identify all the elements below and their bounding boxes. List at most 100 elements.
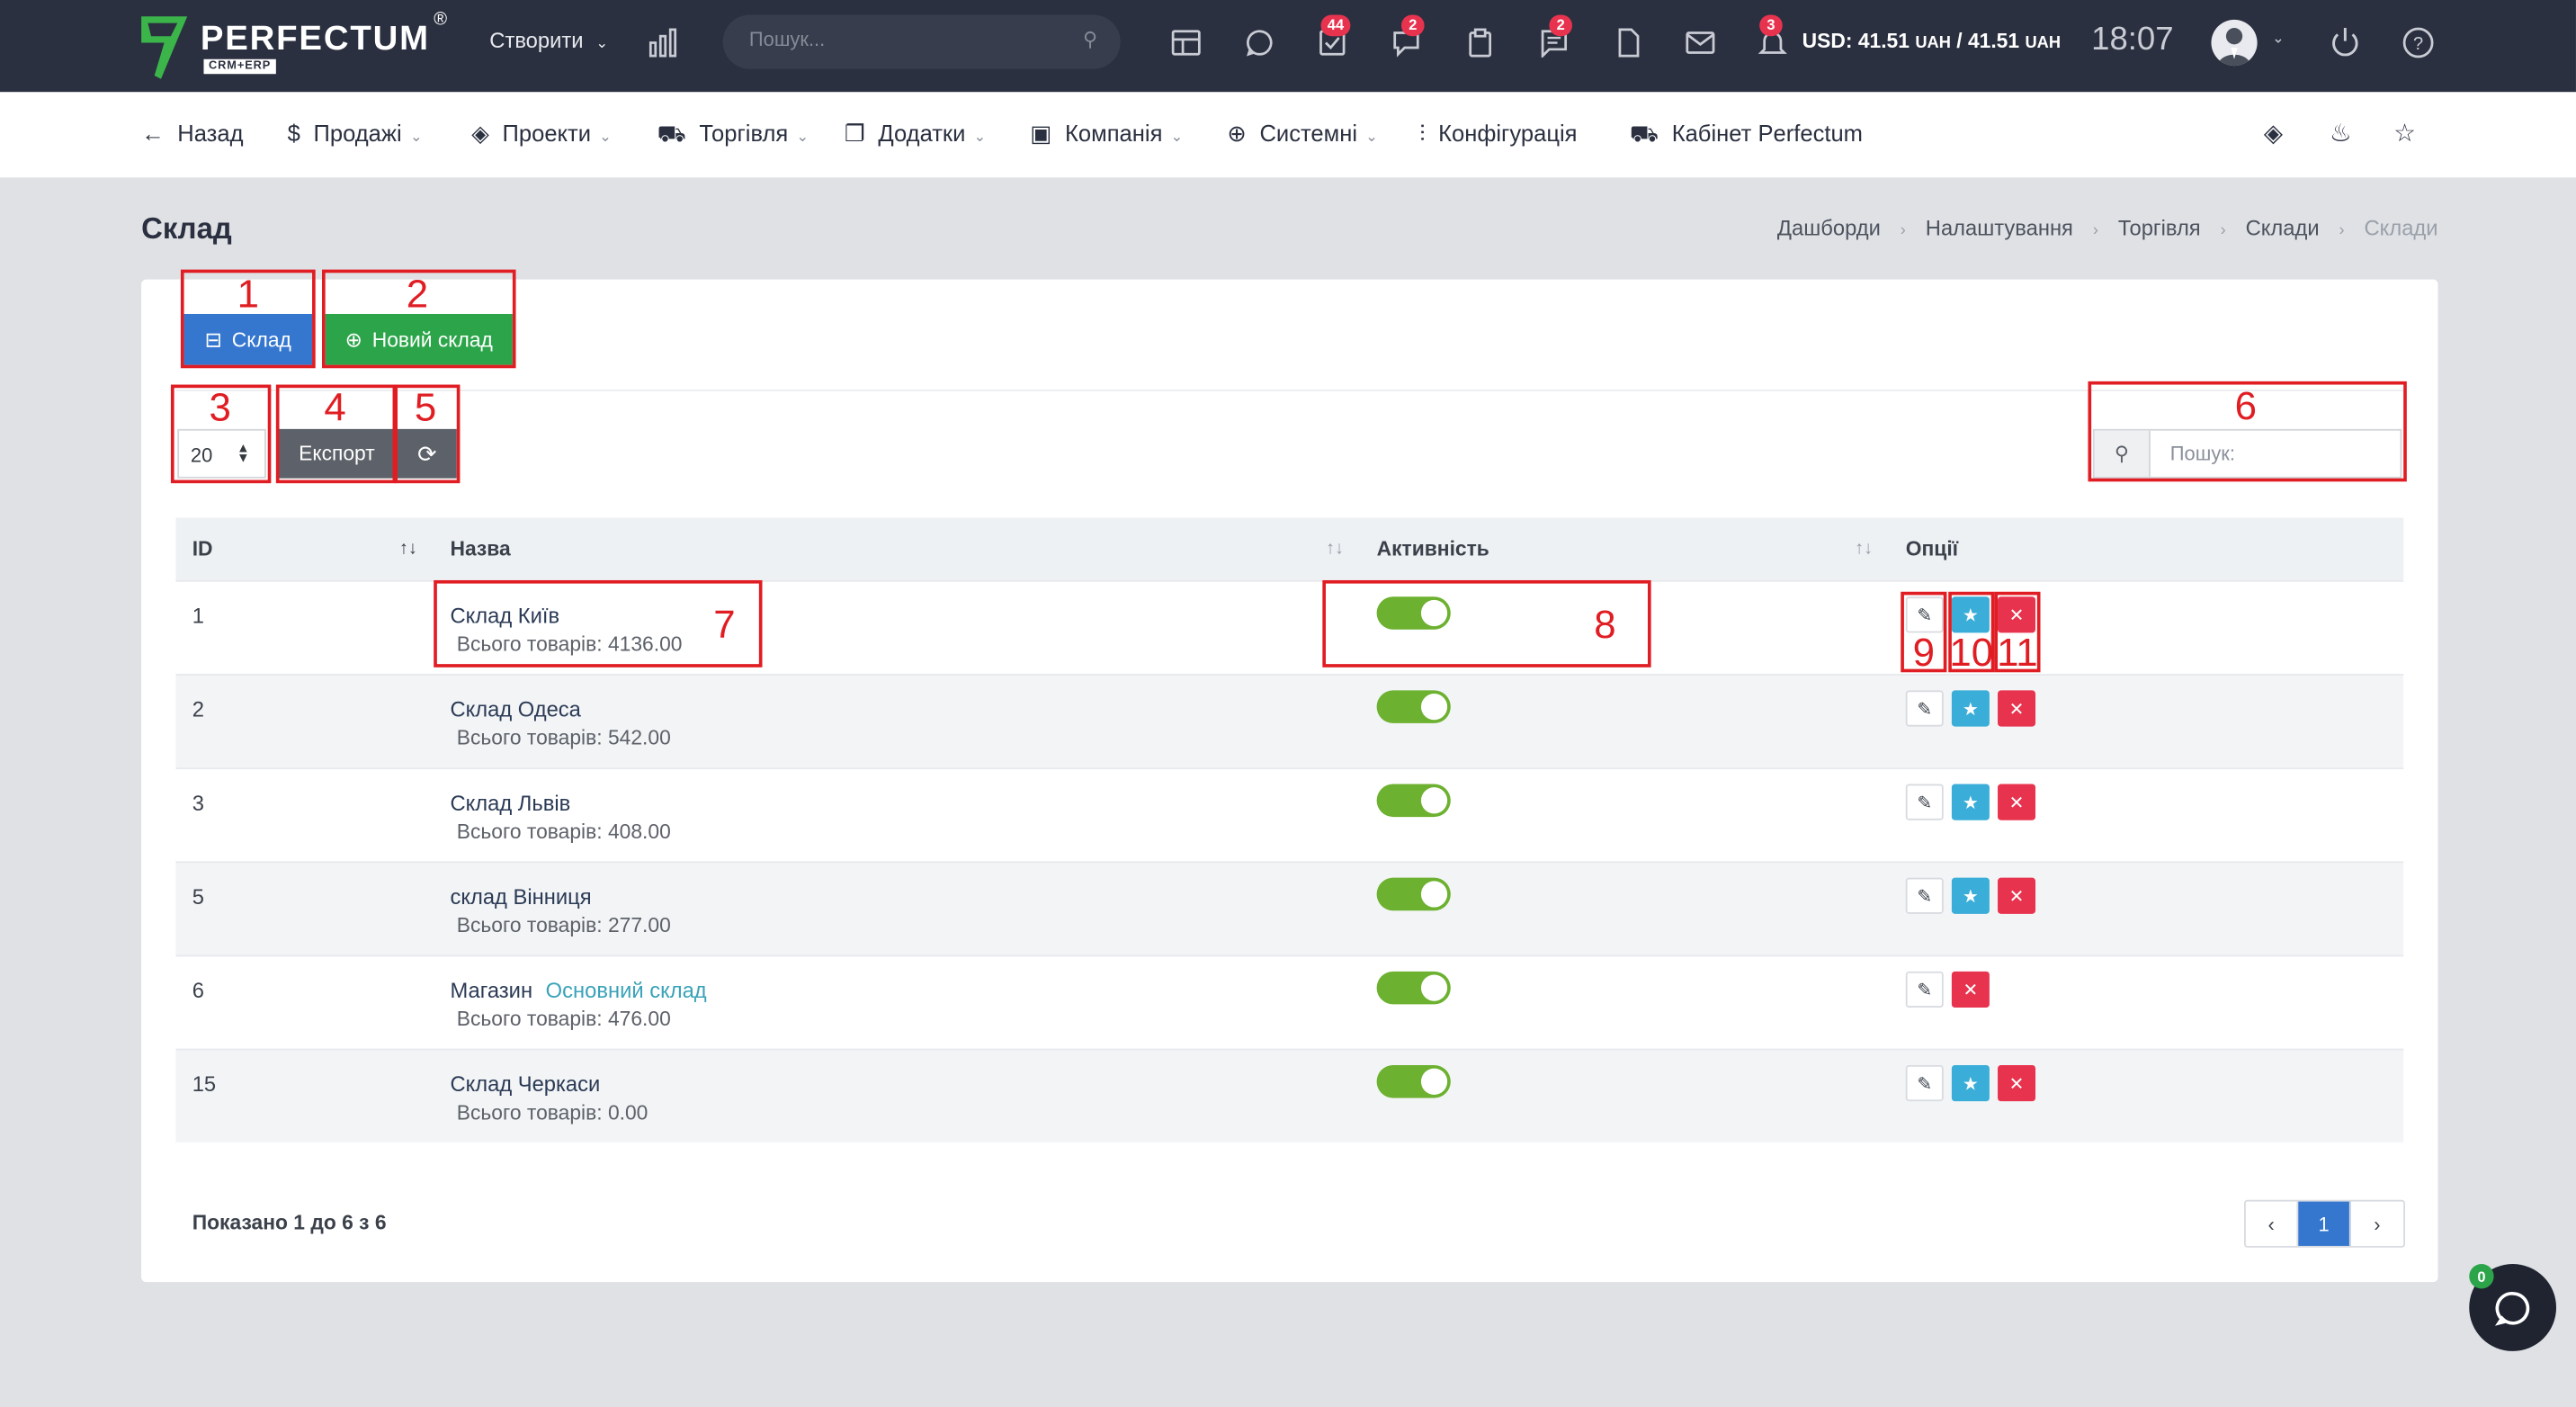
help-icon[interactable]: ? <box>2402 26 2435 59</box>
cart-icon: ⛟ <box>657 120 686 147</box>
clipboard-icon[interactable] <box>1465 28 1495 58</box>
breadcrumb-current: Склади <box>2364 215 2438 240</box>
annotation-number-3: 3 <box>209 386 231 431</box>
annotation-number-5: 5 <box>414 386 437 431</box>
mail-icon[interactable] <box>1686 28 1715 58</box>
annotation-number-9: 9 <box>1912 631 1936 676</box>
breadcrumb-trade[interactable]: Торгівля <box>2118 215 2201 239</box>
row-name-link[interactable]: Склад Одеса <box>450 697 580 721</box>
table-row: 2 Склад Одеса Всього товарів: 542.00 ✎ ★ ✕ <box>175 674 2404 768</box>
breadcrumb-settings[interactable]: Налаштування <box>1926 215 2073 239</box>
edit-button[interactable]: ✎ <box>1905 784 1944 820</box>
star-icon: ★ <box>1962 1074 1979 1094</box>
user-menu-chevron-icon[interactable]: ⌄ <box>2272 30 2285 48</box>
column-id[interactable]: ID <box>192 537 213 560</box>
sort-icon[interactable]: ↑↓ <box>1855 539 1873 559</box>
row-total: Всього товарів: 277.00 <box>457 914 671 937</box>
comments-badge: 2 <box>1549 14 1572 37</box>
nav-projects[interactable]: ◈ Проекти ⌄ <box>471 120 612 148</box>
toolbar-divider <box>175 390 2404 391</box>
perfectum-logo[interactable]: PERFECTUM ® CRM+ERP <box>141 10 453 82</box>
breadcrumb-dashboards[interactable]: Дашборди <box>1777 215 1881 239</box>
activity-toggle[interactable] <box>1376 971 1451 1005</box>
star-icon[interactable]: ☆ <box>2393 119 2416 148</box>
row-total-prefix: Всього товарів: <box>456 820 603 844</box>
edit-button[interactable]: ✎ <box>1905 971 1944 1008</box>
nav-back[interactable]: ← Назад <box>141 120 243 146</box>
pagination-page[interactable]: 1 <box>2298 1201 2351 1246</box>
activity-toggle[interactable] <box>1376 877 1451 911</box>
row-name-link[interactable]: Магазин Основний склад <box>450 978 706 1002</box>
svg-text:?: ? <box>2413 34 2423 54</box>
breadcrumb-warehouses[interactable]: Склади <box>2246 215 2320 239</box>
power-icon[interactable] <box>2330 26 2361 58</box>
clock: 18:07 <box>2091 21 2174 58</box>
set-main-button[interactable]: ★ <box>1951 784 1990 820</box>
activity-toggle[interactable] <box>1376 784 1451 818</box>
currency-rate-prefix: USD: 41.51 <box>1802 29 1910 53</box>
notifications-badge: 3 <box>1759 14 1783 37</box>
delete-button[interactable]: ✕ <box>1998 784 2036 820</box>
sort-icon[interactable]: ↑↓ <box>399 539 417 559</box>
nav-cabinet-label: Кабінет Perfectum <box>1671 120 1863 147</box>
global-search-input[interactable] <box>748 28 1061 51</box>
edit-button[interactable]: ✎ <box>1905 1064 1944 1102</box>
row-id: 2 <box>192 696 204 722</box>
pencil-icon: ✎ <box>1917 699 1933 720</box>
layers-stack-icon[interactable]: ◈ <box>2264 119 2283 148</box>
nav-trade[interactable]: ⛟ Торгівля ⌄ <box>657 120 809 151</box>
set-main-button[interactable]: ★ <box>1951 690 1990 727</box>
row-name-link[interactable]: Склад Львів <box>450 791 570 815</box>
row-total-prefix: Всього товарів: <box>456 1008 603 1031</box>
pagination-prev[interactable]: ‹ <box>2246 1201 2299 1246</box>
delete-button[interactable]: ✕ <box>1998 1064 2036 1102</box>
column-activity[interactable]: Активність <box>1377 537 1489 560</box>
nav-company[interactable]: ▣ Компанія ⌄ <box>1030 120 1183 148</box>
annotation-number-1: 1 <box>237 273 259 318</box>
chevron-left-icon: ‹ <box>2267 1212 2275 1236</box>
global-search[interactable]: ⚲ <box>722 14 1121 69</box>
edit-button[interactable]: ✎ <box>1905 877 1944 914</box>
logo-text: PERFECTUM <box>200 19 430 58</box>
create-menu[interactable]: Створити ⌄ <box>489 28 608 52</box>
calendar-table-icon[interactable] <box>1171 28 1201 58</box>
set-main-button[interactable]: ★ <box>1951 877 1990 914</box>
activity-toggle[interactable] <box>1376 690 1451 723</box>
delete-button[interactable]: ✕ <box>1951 971 1990 1008</box>
row-total: Всього товарів: 408.00 <box>457 820 671 844</box>
edit-button[interactable]: ✎ <box>1905 690 1944 727</box>
nav-sales[interactable]: $ Продажі ⌄ <box>288 120 423 146</box>
avatar[interactable] <box>2211 19 2258 67</box>
registered-mark: ® <box>434 9 448 30</box>
nav-company-label: Компанія <box>1065 120 1163 147</box>
column-name[interactable]: Назва <box>450 537 510 560</box>
nav-addons[interactable]: ❐ Додатки ⌄ <box>845 120 987 148</box>
row-total-prefix: Всього товарів: <box>456 913 603 937</box>
close-icon: ✕ <box>1963 980 1979 1000</box>
table-row: 6 Магазин Основний склад Всього товарів: 47… <box>175 954 2404 1049</box>
nav-cabinet[interactable]: ⛟ Кабінет Perfectum <box>1630 120 1863 151</box>
search-icon: ⚲ <box>1083 28 1098 51</box>
table-row: 15 Склад Черкаси Всього товарів: 0.00 ✎ ★ ✕ <box>175 1048 2404 1143</box>
row-name-link[interactable]: Склад Черкаси <box>450 1071 600 1096</box>
row-total-value: 0.00 <box>607 1101 648 1125</box>
main-warehouse-tag: Основний склад <box>545 978 707 1003</box>
sort-icon[interactable]: ↑↓ <box>1326 539 1344 559</box>
row-total-value: 476.00 <box>607 1008 671 1031</box>
nav-system[interactable]: ⊕ Системні ⌄ <box>1227 120 1378 148</box>
delete-button[interactable]: ✕ <box>1998 690 2036 727</box>
document-icon[interactable] <box>1614 28 1643 58</box>
delete-button[interactable]: ✕ <box>1998 877 2036 914</box>
analytics-icon[interactable] <box>648 28 678 58</box>
set-main-button[interactable]: ★ <box>1951 1064 1990 1102</box>
pagination-next[interactable]: › <box>2351 1202 2403 1246</box>
nav-configuration[interactable]: ⫶ Конфігурація <box>1419 120 1577 148</box>
chat-bubble-icon[interactable] <box>1245 28 1275 58</box>
row-name-link[interactable]: склад Вінниця <box>450 884 591 909</box>
activity-toggle[interactable] <box>1376 1064 1451 1098</box>
currency-unit-1: UAH <box>1915 34 1951 53</box>
nav-addons-label: Додатки <box>878 120 966 147</box>
annotation-number-8: 8 <box>1594 603 1616 648</box>
chevron-down-icon: ⌄ <box>796 128 809 145</box>
fire-icon[interactable]: ♨ <box>2330 119 2352 148</box>
